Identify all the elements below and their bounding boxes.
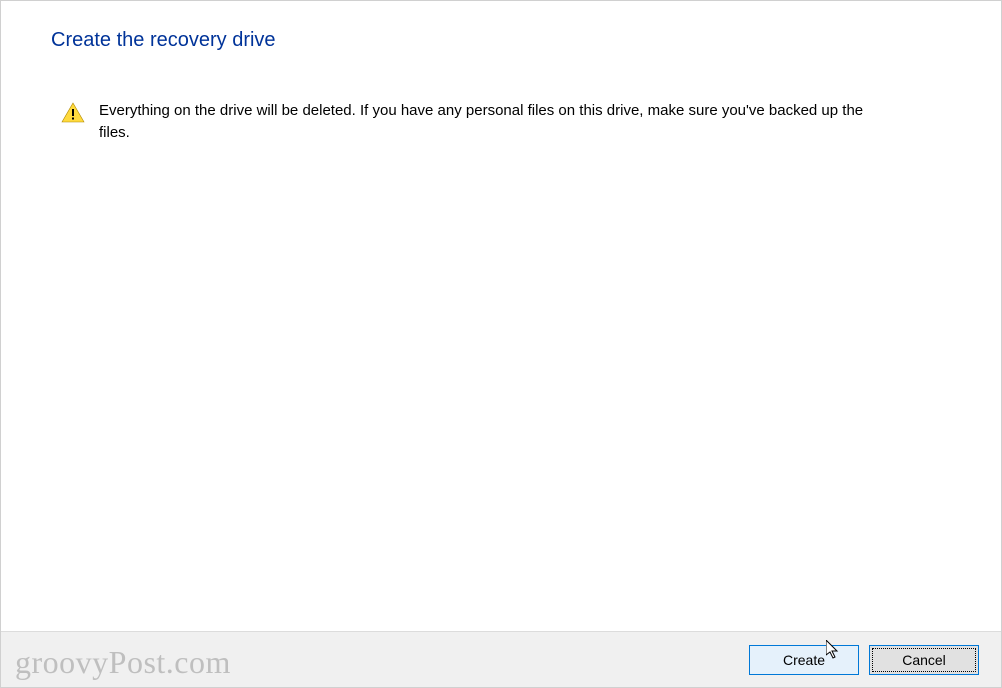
- warning-row: Everything on the drive will be deleted.…: [51, 100, 951, 144]
- warning-message: Everything on the drive will be deleted.…: [99, 100, 889, 144]
- warning-icon: [61, 102, 85, 124]
- dialog-title: Create the recovery drive: [51, 29, 951, 52]
- recovery-drive-dialog: Create the recovery drive Everything on …: [0, 0, 1002, 688]
- button-bar: groovyPost.com Create Cancel: [1, 631, 1001, 687]
- cancel-button[interactable]: Cancel: [869, 645, 979, 675]
- watermark: groovyPost.com: [15, 644, 231, 681]
- create-button[interactable]: Create: [749, 645, 859, 675]
- dialog-content: Create the recovery drive Everything on …: [1, 1, 1001, 631]
